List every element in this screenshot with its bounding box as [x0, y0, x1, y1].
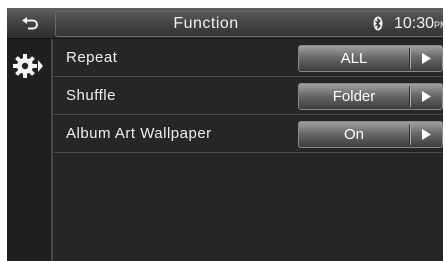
setting-value: ALL: [340, 50, 368, 67]
button-divider: [409, 48, 410, 69]
setting-label: Album Art Wallpaper: [66, 125, 212, 142]
setting-label: Shuffle: [66, 87, 116, 104]
clock: 10:30PM: [394, 12, 443, 37]
play-arrow-icon: [411, 84, 442, 109]
sidebar: [7, 39, 53, 261]
top-bar: Function 10:30PM: [7, 8, 443, 39]
setting-label: Repeat: [66, 49, 118, 66]
setting-row-repeat: Repeat ALL: [53, 39, 443, 77]
bluetooth-icon: [373, 16, 383, 31]
back-arrow-icon: [21, 17, 38, 30]
setting-row-shuffle: Shuffle Folder: [53, 77, 443, 115]
clock-time: 10:30: [394, 15, 435, 32]
page-title: Function: [173, 15, 239, 32]
head-unit-screen: Function 10:30PM: [7, 8, 443, 261]
button-divider: [409, 86, 410, 107]
back-button[interactable]: [7, 8, 52, 38]
album-art-wallpaper-button[interactable]: On: [298, 121, 443, 148]
settings-list: Repeat ALL Shuffle Folder Album Art Wall…: [53, 39, 443, 261]
gear-icon: [13, 54, 43, 78]
play-arrow-icon: [411, 122, 442, 147]
setting-row-album-art: Album Art Wallpaper On: [53, 115, 443, 153]
play-arrow-icon: [411, 46, 442, 71]
sidebar-item-settings[interactable]: [7, 49, 49, 83]
clock-ampm: PM: [434, 20, 443, 30]
title-bar: Function 10:30PM: [55, 11, 443, 37]
setting-value: Folder: [332, 88, 376, 105]
button-divider: [409, 124, 410, 145]
setting-value: On: [343, 126, 364, 143]
shuffle-button[interactable]: Folder: [298, 83, 443, 110]
repeat-button[interactable]: ALL: [298, 45, 443, 72]
